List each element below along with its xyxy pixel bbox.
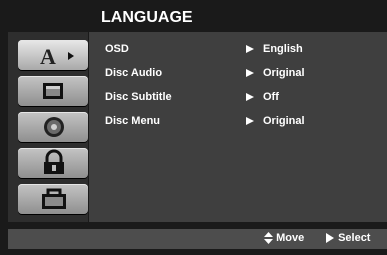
setting-row-disc-audio[interactable]: Disc Audio Original [105, 67, 385, 83]
setting-value: Original [263, 115, 305, 127]
tab-audio[interactable] [18, 112, 88, 142]
move-label: Move [276, 232, 305, 245]
move-hint: Move [264, 232, 305, 245]
setting-label: Disc Subtitle [105, 91, 172, 103]
menu-title: LANGUAGE [101, 9, 193, 26]
select-hint: Select [326, 232, 370, 244]
setting-label: Disc Menu [105, 115, 161, 127]
setting-label: Disc Audio [105, 67, 163, 79]
display-icon [43, 83, 63, 99]
setting-value: Original [263, 67, 305, 79]
lock-icon [44, 149, 64, 174]
setting-value: English [263, 43, 303, 55]
right-arrow-icon [246, 93, 254, 101]
language-icon: A [40, 44, 74, 69]
setting-value: Off [263, 91, 279, 103]
setting-row-disc-menu[interactable]: Disc Menu Original [105, 115, 385, 131]
tab-others[interactable] [18, 184, 88, 214]
settings-panel: OSD English Disc Audio Original Disc Sub… [89, 32, 387, 222]
right-arrow-icon [326, 233, 334, 244]
svg-text:A: A [40, 44, 56, 69]
right-arrow-icon [246, 69, 254, 77]
tab-language[interactable]: A [18, 40, 88, 70]
sidebar: A [8, 32, 88, 222]
others-icon [42, 188, 66, 209]
up-down-arrow-icon [264, 232, 273, 245]
setting-row-disc-subtitle[interactable]: Disc Subtitle Off [105, 91, 385, 107]
osd-screen: LANGUAGE A OSD English Disc Audio Origin… [0, 0, 387, 255]
help-bar: Move Select [8, 229, 387, 249]
setting-row-osd[interactable]: OSD English [105, 43, 385, 59]
tab-display[interactable] [18, 76, 88, 106]
tab-lock[interactable] [18, 148, 88, 178]
right-arrow-icon [246, 45, 254, 53]
audio-icon [44, 117, 64, 137]
setting-label: OSD [105, 43, 129, 55]
right-arrow-icon [246, 117, 254, 125]
select-label: Select [338, 232, 371, 245]
